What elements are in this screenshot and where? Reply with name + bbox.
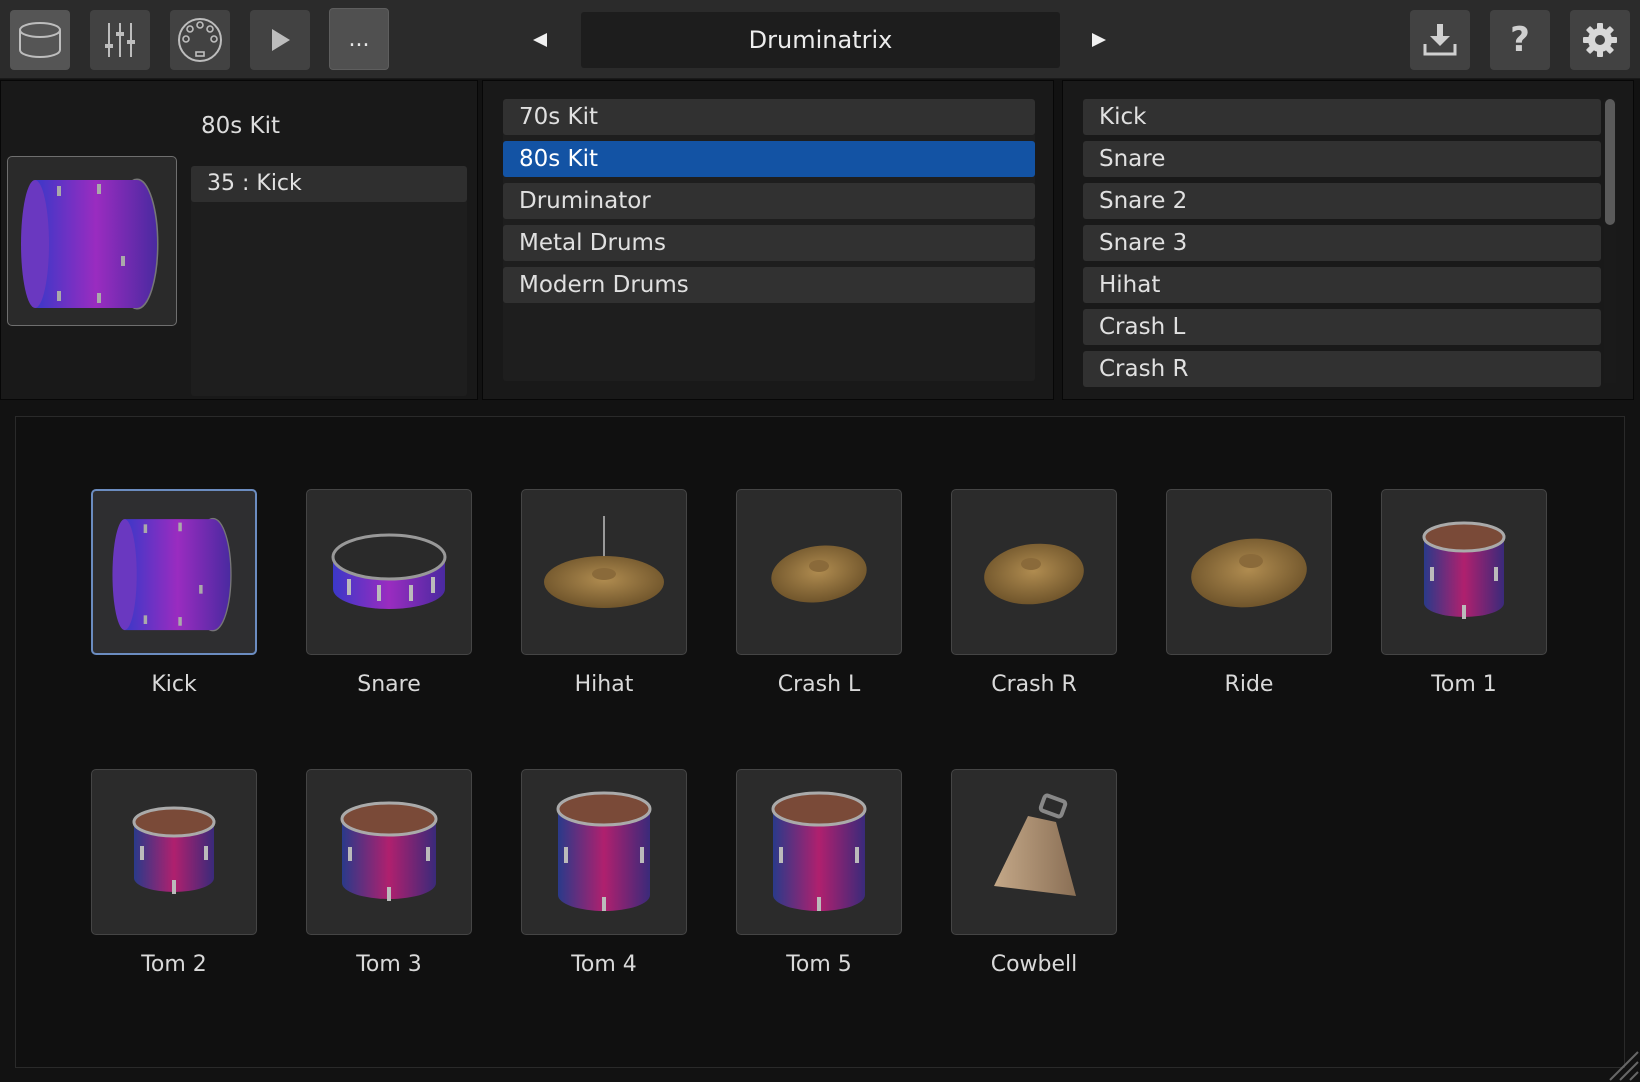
pad-snare[interactable] bbox=[306, 489, 472, 655]
more-button[interactable]: ... bbox=[329, 8, 389, 70]
next-preset-button[interactable] bbox=[1079, 20, 1119, 60]
pad-label-kick: Kick bbox=[151, 672, 197, 697]
drum-pad-grid: Kick Snare Hihat Crash L Crash R Ride To… bbox=[15, 416, 1625, 1068]
crash-cymbal-icon bbox=[984, 543, 1084, 605]
pad-label-tom-5: Tom 5 bbox=[786, 952, 852, 977]
pad-label-tom-3: Tom 3 bbox=[356, 952, 422, 977]
midi-button[interactable] bbox=[170, 10, 230, 70]
play-icon bbox=[272, 29, 290, 51]
selected-instrument-thumbnail bbox=[7, 156, 177, 326]
triangle-left-icon bbox=[533, 33, 547, 47]
help-button[interactable]: ? bbox=[1490, 10, 1550, 70]
mixer-sliders-icon bbox=[105, 23, 135, 57]
instruments-scrollbar-thumb[interactable] bbox=[1605, 99, 1615, 225]
kick-drum-icon bbox=[112, 517, 232, 632]
crash-cymbal-icon bbox=[771, 545, 867, 603]
note-mapping-row[interactable]: 35 : Kick bbox=[191, 166, 467, 202]
pad-tom-3[interactable] bbox=[306, 769, 472, 935]
more-button-label: ... bbox=[348, 26, 370, 52]
gear-icon bbox=[1583, 23, 1617, 57]
pad-label-hihat: Hihat bbox=[574, 672, 634, 697]
top-toolbar: ... Druminatrix ? bbox=[0, 0, 1640, 79]
pad-label-tom-4: Tom 4 bbox=[571, 952, 637, 977]
download-icon bbox=[1423, 24, 1457, 56]
kit-item-druminator[interactable]: Druminator bbox=[503, 183, 1035, 219]
kit-item-modern-drums[interactable]: Modern Drums bbox=[503, 267, 1035, 303]
ride-cymbal-icon bbox=[1191, 538, 1307, 608]
kit-info-panel: 80s Kit 35 : Kick bbox=[0, 80, 478, 400]
pad-label-crash-l: Crash L bbox=[777, 672, 861, 697]
instrument-item-snare-3[interactable]: Snare 3 bbox=[1083, 225, 1601, 261]
instrument-item-snare-2[interactable]: Snare 2 bbox=[1083, 183, 1601, 219]
pad-tom-5[interactable] bbox=[736, 769, 902, 935]
pad-ride[interactable] bbox=[1166, 489, 1332, 655]
preset-name-display[interactable]: Druminatrix bbox=[581, 12, 1060, 68]
tom-drum-icon bbox=[340, 801, 438, 901]
pad-cowbell[interactable] bbox=[951, 769, 1117, 935]
kits-list: 70s Kit 80s Kit Druminator Metal Drums M… bbox=[503, 99, 1035, 381]
pad-label-crash-r: Crash R bbox=[991, 672, 1077, 697]
mixer-button[interactable] bbox=[90, 10, 150, 70]
pad-label-cowbell: Cowbell bbox=[990, 952, 1078, 977]
pad-hihat[interactable] bbox=[521, 489, 687, 655]
instrument-item-snare[interactable]: Snare bbox=[1083, 141, 1601, 177]
pad-label-tom-1: Tom 1 bbox=[1431, 672, 1497, 697]
prev-preset-button[interactable] bbox=[520, 20, 560, 60]
pad-tom-4[interactable] bbox=[521, 769, 687, 935]
window-resize-handle[interactable] bbox=[1600, 1042, 1640, 1082]
kit-item-70s[interactable]: 70s Kit bbox=[503, 99, 1035, 135]
hihat-cymbal-icon bbox=[544, 516, 664, 608]
drum-kit-icon bbox=[19, 22, 61, 58]
pad-label-snare: Snare bbox=[357, 672, 421, 697]
tom-drum-icon bbox=[1422, 521, 1506, 619]
tom-drum-icon bbox=[132, 806, 216, 894]
kit-item-metal-drums[interactable]: Metal Drums bbox=[503, 225, 1035, 261]
pad-tom-2[interactable] bbox=[91, 769, 257, 935]
settings-button[interactable] bbox=[1570, 10, 1630, 70]
play-button[interactable] bbox=[250, 10, 310, 70]
pad-crash-r[interactable] bbox=[951, 489, 1117, 655]
help-icon: ? bbox=[1510, 20, 1530, 60]
instrument-item-hihat[interactable]: Hihat bbox=[1083, 267, 1601, 303]
instruments-panel: Kick Snare Snare 2 Snare 3 Hihat Crash L… bbox=[1062, 80, 1634, 400]
pad-tom-1[interactable] bbox=[1381, 489, 1547, 655]
instrument-item-kick[interactable]: Kick bbox=[1083, 99, 1601, 135]
instrument-item-crash-l[interactable]: Crash L bbox=[1083, 309, 1601, 345]
midi-connector-icon bbox=[178, 18, 222, 62]
drum-kit-button[interactable] bbox=[10, 10, 70, 70]
cowbell-icon bbox=[994, 793, 1076, 896]
instruments-list: Kick Snare Snare 2 Snare 3 Hihat Crash L… bbox=[1083, 99, 1601, 389]
current-kit-name: 80s Kit bbox=[201, 113, 281, 139]
floor-tom-icon bbox=[556, 791, 652, 911]
kick-drum-icon bbox=[21, 178, 159, 310]
triangle-right-icon bbox=[1092, 33, 1106, 47]
kits-panel: 70s Kit 80s Kit Druminator Metal Drums M… bbox=[482, 80, 1054, 400]
pad-label-ride: Ride bbox=[1224, 672, 1274, 697]
instrument-item-crash-r[interactable]: Crash R bbox=[1083, 351, 1601, 387]
pad-crash-l[interactable] bbox=[736, 489, 902, 655]
pad-label-tom-2: Tom 2 bbox=[141, 952, 207, 977]
pad-kick[interactable] bbox=[91, 489, 257, 655]
snare-drum-icon bbox=[331, 533, 447, 609]
download-button[interactable] bbox=[1410, 10, 1470, 70]
floor-tom-icon bbox=[771, 791, 867, 911]
kit-item-80s-selected[interactable]: 80s Kit bbox=[503, 141, 1035, 177]
